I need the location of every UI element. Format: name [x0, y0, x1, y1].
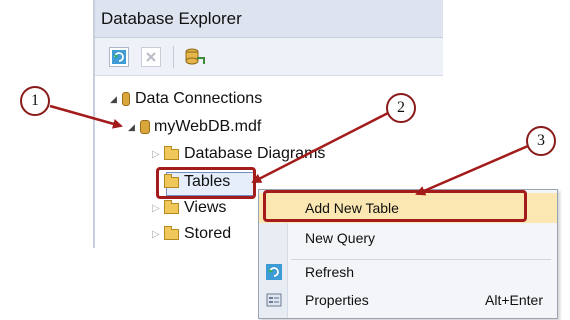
- arrow-3: [415, 144, 529, 196]
- callout-2: 2: [386, 93, 416, 123]
- annotation-arrows: [49, 104, 529, 196]
- arrow-1: [49, 104, 123, 129]
- arrow-2: [251, 110, 391, 184]
- callout-1: 1: [20, 86, 50, 116]
- callout-3: 3: [526, 126, 556, 156]
